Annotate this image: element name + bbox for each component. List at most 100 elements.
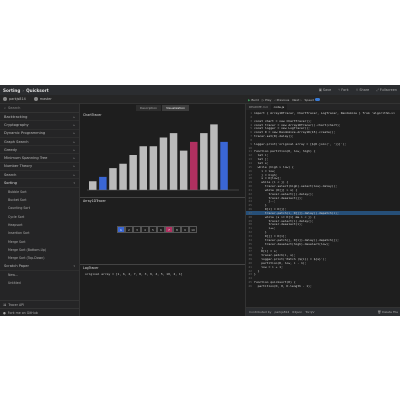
log-tracer-title: LogTracer	[83, 266, 99, 270]
code-editor: README.md code.js 1 import { Array1DTrace…	[245, 104, 400, 316]
sidebar-item-new[interactable]: New...	[0, 271, 79, 279]
log-line: original array = [1, 6, 2, 7, 8, 3, 9, 4…	[85, 272, 183, 276]
chevron-right-icon: ▸	[73, 131, 75, 136]
branch-chip[interactable]: master	[33, 97, 52, 101]
tracer-api-link[interactable]: ⌘ Tracer API	[0, 300, 80, 308]
array-cell: 3	[133, 226, 141, 233]
chart-bar	[159, 137, 168, 190]
search-placeholder: Search	[8, 106, 21, 110]
tab-code[interactable]: code.js	[270, 104, 288, 110]
sidebar-item-cycle-sort[interactable]: Cycle Sort	[0, 213, 79, 221]
play-button[interactable]: ▷ Play	[262, 98, 272, 102]
array-cell: 4	[141, 226, 149, 233]
sidebar-item-untitled[interactable]: Untitled	[0, 279, 79, 287]
category-dynamic-programming[interactable]: Dynamic Programming ▸	[0, 130, 79, 138]
breadcrumb-category[interactable]: Sorting	[3, 88, 20, 93]
category-label: Cryptography	[4, 122, 29, 127]
sidebar-item-merge-sort[interactable]: Merge Sort	[0, 237, 79, 245]
chart-bar	[139, 146, 147, 190]
divider	[80, 264, 245, 265]
tab-readme[interactable]: README.md	[246, 104, 271, 110]
sidebar-item-merge-sort-bottom-up[interactable]: Merge Sort (Bottom-Up)	[0, 246, 79, 254]
chart-tracer-title: ChartTracer	[83, 113, 102, 117]
category-label: Greedy	[4, 147, 18, 152]
user-chip[interactable]: parkjs814	[3, 97, 26, 101]
category-sorting[interactable]: Sorting ▾	[0, 179, 79, 188]
category-search[interactable]: Search ▸	[0, 171, 79, 180]
sidebar-item-insertion-sort[interactable]: Insertion Sort	[0, 229, 79, 237]
array-cell: 1	[117, 226, 125, 233]
speed-slider[interactable]	[314, 98, 320, 101]
category-greedy[interactable]: Greedy ▸	[0, 146, 79, 155]
save-button[interactable]: ▣ Save	[319, 88, 332, 92]
array-cell: 10	[189, 226, 197, 233]
array-cell: 6	[157, 226, 165, 233]
array-cell: 2	[125, 226, 133, 233]
contributor-link[interactable]: TornjV	[305, 310, 314, 314]
chevron-right-icon: ▸	[73, 164, 75, 169]
chevron-right-icon: ›	[300, 97, 302, 102]
sidebar-item-merge-sort-top-down[interactable]: Merge Sort (Top-Down)	[0, 254, 79, 262]
tab-description[interactable]: Description	[135, 105, 162, 111]
chart-bar	[169, 133, 178, 190]
chevron-right-icon: ▸	[73, 114, 75, 119]
chevron-down-icon: ▾	[73, 181, 75, 186]
branch-name: master	[39, 97, 52, 101]
code-text: logger.print(`original array = [${D.join…	[254, 141, 347, 146]
chart-bar	[210, 124, 218, 190]
contributor-link[interactable]: parkjs814	[274, 310, 289, 314]
array-cell: 5	[149, 226, 157, 233]
previous-label: Previous	[276, 97, 290, 102]
speed-label: Speed	[304, 97, 314, 102]
github-link[interactable]: ● Fork me on GitHub	[0, 308, 80, 316]
header-actions: ▣ Save ⑂ Fork ⇪ Share ⤢ Fullscreen	[319, 88, 397, 92]
speed-control[interactable]: Speed	[305, 98, 320, 102]
category-backtracking[interactable]: Backtracking ▸	[0, 113, 79, 122]
sidebar-item-heapsort[interactable]: Heapsort	[0, 221, 79, 229]
code-text: tracer.set(D).delay();	[254, 134, 294, 139]
code-text: import { Array1DTracer, ChartTracer, Log…	[254, 111, 395, 115]
build-button[interactable]: ▶ Build	[248, 98, 259, 102]
fork-label: Fork	[341, 88, 349, 92]
chart-bar	[149, 146, 158, 190]
array-cell: 7	[165, 226, 173, 233]
fullscreen-button[interactable]: ⤢ Fullscreen	[376, 88, 397, 92]
sidebar-item-bucket-sort[interactable]: Bucket Sort	[0, 196, 79, 204]
array-tracer-title: Array1DTracer	[83, 199, 106, 203]
breadcrumb: Sorting › Quicksort	[3, 88, 49, 93]
share-button[interactable]: ⇪ Share	[356, 88, 370, 92]
chart-bar	[220, 141, 228, 190]
chart-bar	[190, 141, 198, 190]
category-cryptography[interactable]: Cryptography ▸	[0, 121, 79, 130]
category-minimum-spanning-tree[interactable]: Minimum Spanning Tree ▸	[0, 154, 79, 163]
viz-tabs: Description Visualization	[80, 105, 245, 111]
tab-visualization[interactable]: Visualization	[162, 105, 190, 111]
chevron-right-icon: ▸	[73, 156, 75, 161]
chevron-right-icon: ▸	[73, 147, 75, 152]
contributor-link[interactable]: 64json	[292, 310, 302, 314]
line-number: 46	[248, 283, 252, 288]
previous-button[interactable]: ‹ Previous	[274, 98, 289, 102]
bar-chart	[87, 124, 239, 191]
save-icon: ▣	[318, 88, 322, 92]
chart-bar	[119, 163, 127, 190]
chart-bar	[200, 133, 208, 190]
next-button[interactable]: Next ›	[292, 98, 301, 102]
next-label: Next	[292, 97, 300, 102]
search-box[interactable]: ⌕ Search	[0, 104, 79, 113]
chart-bar	[129, 155, 137, 190]
sidebar-item-counting-sort[interactable]: Counting Sort	[0, 204, 79, 212]
category-label: Graph Search	[4, 139, 29, 144]
fork-button[interactable]: ⑂ Fork	[338, 88, 348, 92]
category-label: Dynamic Programming	[4, 131, 46, 136]
sidebar-item-bubble-sort[interactable]: Bubble Sort	[0, 188, 79, 196]
tracer-api-label: Tracer API	[8, 302, 25, 307]
app-window: Sorting › Quicksort ▣ Save ⑂ Fork ⇪ Share ⤢ Fu…	[0, 85, 400, 316]
category-graph-search[interactable]: Graph Search ▸	[0, 138, 79, 147]
code-area[interactable]: 1 import { Array1DTracer, ChartTracer, Lo…	[246, 111, 400, 306]
category-scratch-paper[interactable]: Scratch Paper ▾	[0, 262, 79, 271]
category-number-theory[interactable]: Number Theory ▸	[0, 163, 79, 172]
share-icon: ⇪	[355, 88, 359, 92]
delete-file-button[interactable]: 🗑 Delete File	[377, 310, 398, 314]
breadcrumb-algorithm[interactable]: Quicksort	[26, 88, 49, 93]
